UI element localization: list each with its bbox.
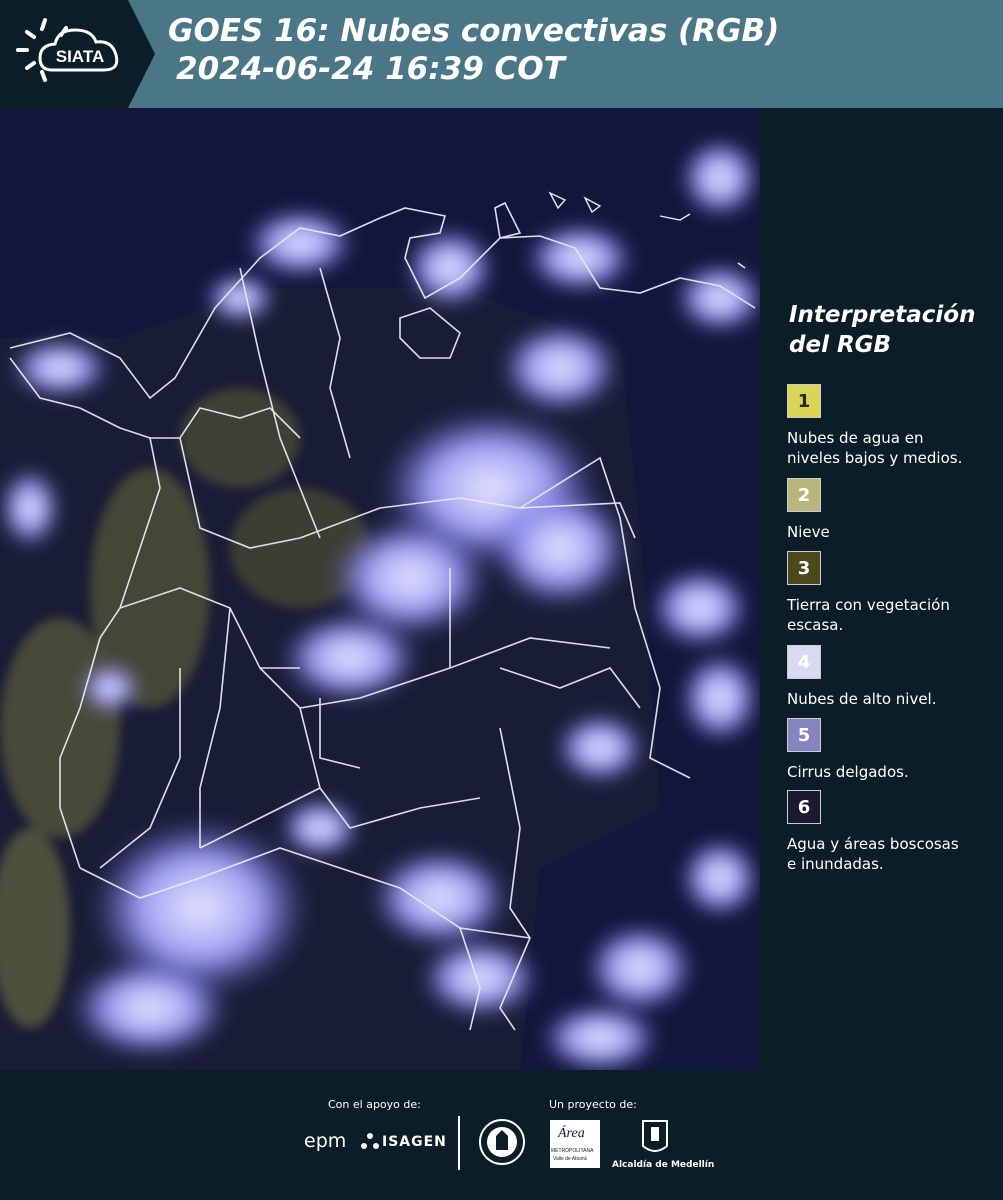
legend-item-6: 6 Agua y áreas boscosas e inundadas.	[787, 790, 997, 874]
legend-label: Cirrus delgados.	[787, 763, 909, 781]
siata-logo: SIATA	[0, 0, 155, 108]
legend-label: Nubes de alto nivel.	[787, 690, 937, 708]
legend-swatch: 6	[787, 790, 821, 824]
logo-text: SIATA	[56, 47, 104, 66]
legend-item-5: 5 Cirrus delgados.	[787, 718, 997, 782]
alcaldia-label: Alcaldía de Medellín	[612, 1160, 715, 1170]
alcaldia-shield-icon	[642, 1120, 668, 1152]
project-label: Un proyecto de:	[549, 1098, 637, 1111]
legend-label: Tierra con vegetación escasa.	[787, 596, 950, 634]
title-line-2: 2024-06-24 16:39 COT	[176, 51, 565, 87]
footer-divider	[458, 1116, 460, 1170]
isagen-icon	[361, 1133, 379, 1149]
page-title: GOES 16: Nubes convectivas (RGB) 2024-06…	[168, 12, 779, 88]
legend-title: Interpretación del RGB	[789, 300, 975, 360]
medellin-seal-icon	[479, 1119, 525, 1165]
legend-swatch: 1	[787, 384, 821, 418]
legend-item-3: 3 Tierra con vegetación escasa.	[787, 551, 997, 635]
area-metropolitana-logo: Área METROPOLITANA Valle de Aburrá	[550, 1120, 600, 1168]
isagen-logo: ISAGEN	[382, 1134, 447, 1150]
legend-item-4: 4 Nubes de alto nivel.	[787, 645, 997, 709]
legend-swatch: 3	[787, 551, 821, 585]
legend-swatch: 5	[787, 718, 821, 752]
legend-item-1: 1 Nubes de agua en niveles bajos y medios…	[787, 384, 997, 468]
legend-label: Nieve	[787, 523, 830, 541]
legend-label: Nubes de agua en niveles bajos y medios.	[787, 429, 963, 467]
legend-swatch: 4	[787, 645, 821, 679]
header-bar: SIATA GOES 16: Nubes convectivas (RGB) 2…	[0, 0, 1003, 108]
satellite-map	[0, 108, 760, 1070]
legend-title-line-2: del RGB	[789, 332, 892, 358]
support-label: Con el apoyo de:	[328, 1098, 421, 1111]
footer: Con el apoyo de: Un proyecto de: epm ISA…	[0, 1070, 1003, 1200]
legend-item-2: 2 Nieve	[787, 478, 997, 542]
title-line-1: GOES 16: Nubes convectivas (RGB)	[168, 13, 780, 49]
epm-logo: epm	[304, 1130, 347, 1152]
legend-title-line-1: Interpretación	[789, 302, 976, 328]
legend-label: Agua y áreas boscosas e inundadas.	[787, 835, 959, 873]
legend-swatch: 2	[787, 478, 821, 512]
legend-panel: Interpretación del RGB 1 Nubes de agua e…	[760, 108, 1003, 1070]
